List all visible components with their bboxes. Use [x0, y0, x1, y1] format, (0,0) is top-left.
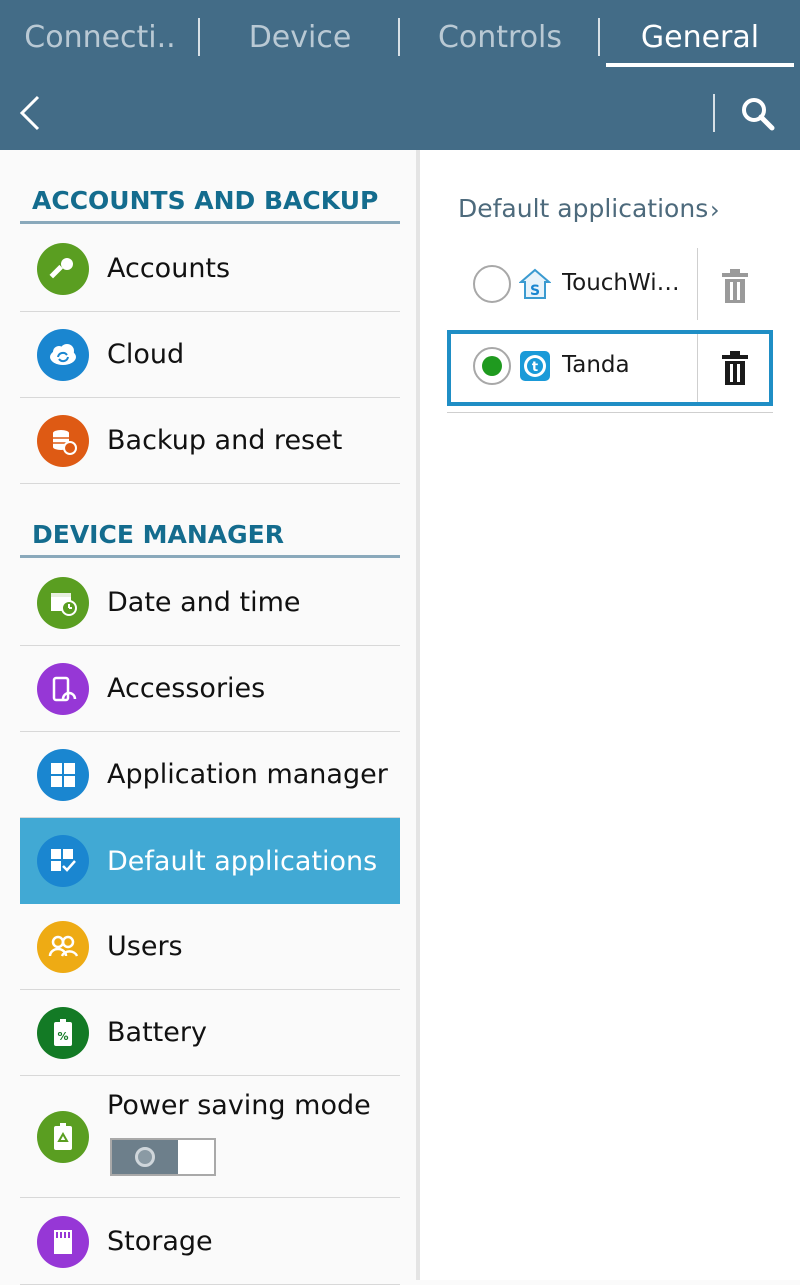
- default-app-row-tanda[interactable]: t Tanda: [447, 330, 773, 406]
- tab-connections[interactable]: Connecti..: [0, 0, 200, 75]
- tab-controls[interactable]: Controls: [400, 0, 600, 75]
- users-icon: [37, 920, 89, 973]
- menu-item-label: Accounts: [107, 253, 231, 284]
- radio-button-selected[interactable]: [473, 347, 511, 385]
- settings-list: ACCOUNTS AND BACKUP Accounts Cloud Backu…: [0, 150, 416, 1285]
- toggle-ring: [135, 1147, 155, 1167]
- default-apps-icon: [37, 835, 89, 887]
- calendar-clock-icon: [37, 576, 89, 629]
- detail-pane: Default applications › S TouchWiz... t T…: [420, 150, 800, 1280]
- menu-item-label: Battery: [107, 1017, 207, 1048]
- menu-item-power-saving[interactable]: Power saving mode: [20, 1076, 400, 1198]
- menu-item-default-applications[interactable]: Default applications: [20, 818, 400, 904]
- app-name: TouchWiz...: [562, 270, 690, 296]
- chevron-left-icon: [19, 95, 40, 131]
- default-app-row-touchwiz[interactable]: S TouchWiz...: [447, 248, 773, 322]
- tab-label: Device: [248, 20, 352, 55]
- power-saving-toggle[interactable]: [110, 1138, 216, 1176]
- battery-icon: %: [37, 1006, 89, 1059]
- section-header-device-manager: DEVICE MANAGER: [20, 518, 400, 558]
- menu-item-date-time[interactable]: Date and time: [20, 560, 400, 646]
- touchwiz-home-icon: S: [519, 268, 551, 299]
- toggle-knob: [112, 1140, 178, 1174]
- trash-icon: [722, 269, 748, 303]
- tab-device[interactable]: Device: [200, 0, 400, 75]
- action-separator: [713, 94, 715, 132]
- menu-item-label: Power saving mode: [107, 1090, 371, 1121]
- app-name: Tanda: [562, 352, 630, 378]
- menu-item-accounts[interactable]: Accounts: [20, 226, 400, 312]
- list-divider: [447, 412, 773, 413]
- clear-default-button[interactable]: [715, 266, 755, 306]
- search-button[interactable]: [734, 90, 782, 138]
- back-button[interactable]: [10, 88, 50, 138]
- search-icon: [742, 98, 775, 131]
- menu-item-storage[interactable]: Storage: [20, 1199, 400, 1285]
- active-tab-indicator: [606, 63, 794, 67]
- menu-item-label: Date and time: [107, 587, 301, 618]
- menu-item-accessories[interactable]: Accessories: [20, 646, 400, 732]
- apps-grid-icon: [37, 748, 89, 801]
- tab-label: Connecti..: [24, 20, 176, 55]
- action-bar: Connecti.. Device Controls General: [0, 0, 800, 150]
- breadcrumb[interactable]: Default applications: [458, 194, 708, 223]
- power-saving-icon: [37, 1111, 89, 1163]
- menu-item-battery[interactable]: % Battery: [20, 990, 400, 1076]
- menu-item-application-manager[interactable]: Application manager: [20, 732, 400, 818]
- menu-item-label: Cloud: [107, 339, 185, 370]
- radio-dot: [482, 356, 502, 376]
- menu-item-label: Storage: [107, 1226, 213, 1257]
- key-icon: [37, 242, 89, 295]
- section-header-accounts-backup: ACCOUNTS AND BACKUP: [20, 184, 400, 224]
- menu-item-label: Backup and reset: [107, 425, 343, 456]
- chevron-right-icon: ›: [710, 196, 720, 224]
- accessories-icon: [37, 662, 89, 715]
- trash-icon: [722, 351, 748, 385]
- menu-item-label: Application manager: [107, 759, 388, 790]
- menu-item-cloud[interactable]: Cloud: [20, 312, 400, 398]
- menu-item-users[interactable]: Users: [20, 904, 400, 990]
- tab-general[interactable]: General: [600, 0, 800, 75]
- cloud-sync-icon: [37, 328, 89, 381]
- tab-label: Controls: [437, 20, 563, 55]
- tab-bar: Connecti.. Device Controls General: [0, 0, 800, 75]
- menu-item-label: Default applications: [107, 845, 378, 877]
- sd-card-icon: [37, 1215, 89, 1268]
- radio-button[interactable]: [473, 265, 511, 303]
- svg-text:t: t: [532, 360, 538, 375]
- menu-item-label: Accessories: [107, 673, 266, 704]
- svg-text:S: S: [530, 283, 540, 299]
- tab-label: General: [640, 20, 760, 55]
- svg-text:%: %: [57, 1030, 68, 1043]
- menu-item-label: Users: [107, 931, 183, 962]
- row-separator: [697, 248, 698, 320]
- menu-item-backup-reset[interactable]: Backup and reset: [20, 398, 400, 484]
- clear-default-button[interactable]: [715, 348, 755, 388]
- backup-database-icon: [37, 414, 89, 467]
- tanda-app-icon: t: [520, 351, 550, 381]
- row-separator: [697, 334, 698, 402]
